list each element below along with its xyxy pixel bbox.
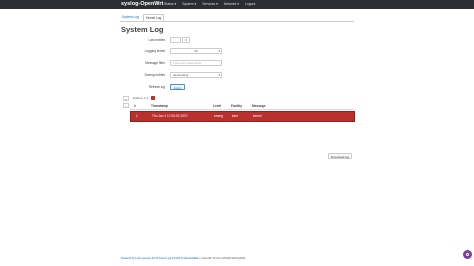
nav-system[interactable]: System ▾ bbox=[182, 0, 196, 9]
column-timestamp[interactable]: Timestamp bbox=[151, 103, 168, 109]
sorting-entries-label: Sorting entries bbox=[144, 73, 165, 77]
pager-first-button[interactable]: « bbox=[123, 96, 129, 101]
nav-network[interactable]: Network ▾ bbox=[224, 0, 239, 9]
column-message[interactable]: Message bbox=[252, 103, 265, 109]
column-facility[interactable]: Facility bbox=[231, 103, 242, 109]
message-filter-label: Message filter bbox=[145, 61, 165, 65]
sorting-entries-select[interactable]: descending bbox=[170, 72, 222, 78]
row-num: 1 bbox=[136, 114, 138, 118]
log-tabs: System Log Kernel Log bbox=[120, 14, 354, 22]
message-filter-row: Message filter Type and press Enter bbox=[120, 60, 240, 66]
pager-prev-button[interactable]: ‹ bbox=[123, 103, 129, 108]
row-message: kernel bbox=[253, 114, 262, 118]
row-timestamp: Thu Jan 1 17:00:00 1970 bbox=[152, 114, 188, 118]
main-nav: Status ▾ System ▾ Services ▾ Network ▾ L… bbox=[164, 0, 261, 9]
last-entries-apply-button[interactable]: ▾ bbox=[182, 37, 190, 43]
pager-info: Entries: 1-1 bbox=[133, 96, 149, 100]
footer: Powered by LuCI openwrt-22.03 branch (gi… bbox=[121, 257, 246, 261]
nav-status[interactable]: Status ▾ bbox=[164, 0, 176, 9]
floating-action-icon[interactable] bbox=[463, 250, 472, 259]
apply-button[interactable]: Apply bbox=[170, 84, 185, 90]
table-row: 1 Thu Jan 1 17:00:00 1970 emerg kern ker… bbox=[130, 111, 355, 122]
footer-luci-link[interactable]: Powered by LuCI openwrt-22.03 branch (gi… bbox=[121, 257, 200, 260]
message-filter-input[interactable]: Type and press Enter bbox=[170, 60, 222, 66]
footer-version: / OpenWrt 22.03.3 r20028-43d71ad93e bbox=[200, 257, 246, 260]
tab-system-log[interactable]: System Log bbox=[120, 14, 141, 21]
pager-next-button[interactable] bbox=[151, 95, 155, 100]
sorting-entries-row: Sorting entries descending bbox=[120, 72, 240, 78]
log-table-header: # Timestamp Level Facility Message bbox=[130, 103, 354, 110]
logging-levels-row: Logging levels All bbox=[120, 48, 240, 54]
logging-levels-label: Logging levels bbox=[144, 49, 165, 53]
logging-levels-select[interactable]: All bbox=[170, 48, 222, 54]
last-entries-label: Last entries bbox=[148, 38, 165, 42]
top-navbar: syslog-OpenWrt Status ▾ System ▾ Service… bbox=[0, 0, 474, 9]
column-level[interactable]: Level bbox=[213, 103, 221, 109]
row-level: emerg bbox=[214, 114, 224, 118]
nav-logout[interactable]: Logout bbox=[245, 0, 255, 9]
nav-services[interactable]: Services ▾ bbox=[202, 0, 218, 9]
column-num[interactable]: # bbox=[134, 103, 136, 109]
page-title: System Log bbox=[121, 25, 164, 34]
brand-title[interactable]: syslog-OpenWrt bbox=[121, 1, 163, 8]
last-entries-row: Last entries ▾ bbox=[120, 37, 240, 43]
last-entries-input[interactable] bbox=[170, 37, 181, 43]
tab-kernel-log[interactable]: Kernel Log bbox=[142, 14, 165, 21]
download-log-button[interactable]: Download log bbox=[328, 153, 352, 159]
refresh-log-label: Refresh log bbox=[148, 85, 165, 89]
row-facility: kern bbox=[232, 114, 239, 118]
